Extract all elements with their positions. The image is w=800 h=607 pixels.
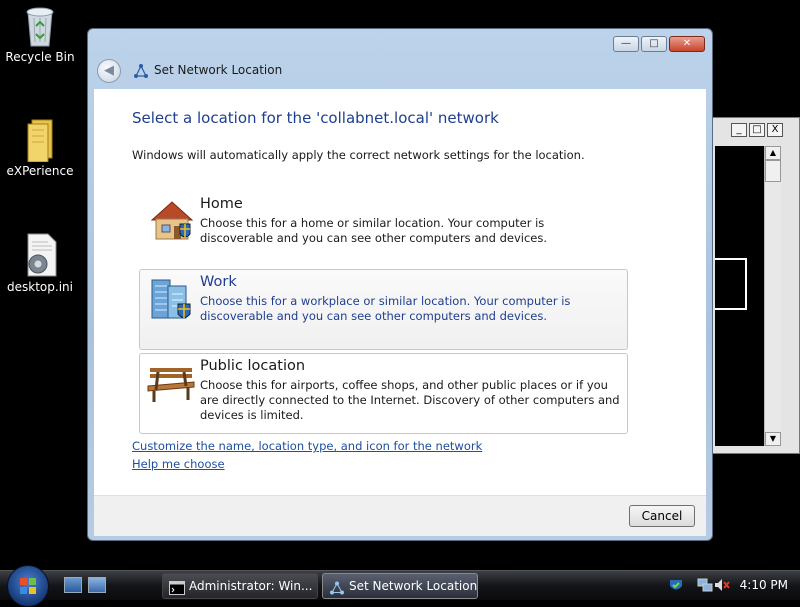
desktop-icon-label: Recycle Bin <box>5 50 75 64</box>
option-description: Choose this for a workplace or similar l… <box>200 294 571 323</box>
start-button[interactable] <box>7 565 49 607</box>
desktop-icon-experience[interactable]: eXPerience <box>0 116 80 178</box>
set-network-location-dialog: — □ ✕ ◀ Set Network Location Select a lo… <box>87 28 713 541</box>
taskbar-item-set-network-location[interactable]: Set Network Location <box>322 573 478 599</box>
desktop-icon-label: eXPerience <box>6 164 74 178</box>
minimize-button[interactable]: — <box>613 36 639 52</box>
desktop-icon-recycle-bin[interactable]: Recycle Bin <box>0 2 80 64</box>
option-title: Public location <box>200 358 306 374</box>
console-box-drawing <box>715 258 747 310</box>
network-icon <box>133 63 149 79</box>
console-minimize-button[interactable]: _ <box>731 123 747 137</box>
show-desktop-icon[interactable] <box>64 577 82 593</box>
windows-logo-icon <box>19 577 37 595</box>
recycle-bin-icon <box>18 2 62 48</box>
option-home[interactable]: Home Choose this for a home or similar l… <box>139 191 628 251</box>
scroll-down-button[interactable]: ▼ <box>765 432 781 446</box>
park-bench-icon <box>146 360 196 406</box>
taskbar-clock[interactable]: 4:10 PM <box>740 578 788 592</box>
page-heading: Select a location for the 'collabnet.loc… <box>132 109 499 127</box>
network-status-icon[interactable] <box>697 577 713 593</box>
security-center-icon[interactable] <box>668 577 684 593</box>
system-tray: 4:10 PM <box>661 571 800 601</box>
option-public-location[interactable]: Public location Choose this for airports… <box>139 353 628 434</box>
command-prompt-icon <box>169 579 185 595</box>
taskbar-item-label: Set Network Location <box>349 579 478 593</box>
dialog-footer: Cancel <box>94 495 706 536</box>
intro-text: Windows will automatically apply the cor… <box>132 148 585 162</box>
cancel-button[interactable]: Cancel <box>629 505 695 527</box>
dialog-content: Select a location for the 'collabnet.loc… <box>94 89 706 495</box>
customize-network-link[interactable]: Customize the name, location type, and i… <box>132 439 482 453</box>
console-close-button[interactable]: X <box>767 123 783 137</box>
console-scrollbar[interactable]: ▲ ▼ <box>764 146 781 446</box>
switch-windows-icon[interactable] <box>88 577 106 593</box>
scroll-thumb[interactable] <box>765 160 781 182</box>
taskbar: Administrator: Win... Set Network Locati… <box>0 565 800 607</box>
settings-file-icon <box>18 232 62 278</box>
option-title: Work <box>200 274 237 290</box>
taskbar-item-command-prompt[interactable]: Administrator: Win... <box>162 573 318 599</box>
close-button[interactable]: ✕ <box>669 36 705 52</box>
office-building-icon <box>146 276 196 322</box>
console-window[interactable]: _ □ X ▲ ▼ <box>712 117 800 454</box>
option-work[interactable]: Work Choose this for a workplace or simi… <box>139 269 628 350</box>
taskbar-item-label: Administrator: Win... <box>189 579 313 593</box>
option-title: Home <box>200 196 243 212</box>
option-description: Choose this for a home or similar locati… <box>200 216 548 245</box>
console-maximize-button[interactable]: □ <box>749 123 765 137</box>
maximize-button[interactable]: □ <box>641 36 667 52</box>
desktop-icon-desktop-ini[interactable]: desktop.ini <box>0 232 80 294</box>
back-arrow-icon: ◀ <box>104 63 114 78</box>
option-description: Choose this for airports, coffee shops, … <box>200 378 620 422</box>
dialog-title: Set Network Location <box>154 63 283 77</box>
volume-muted-icon[interactable] <box>714 577 730 593</box>
back-button[interactable]: ◀ <box>97 59 121 83</box>
folder-icon <box>18 116 62 163</box>
network-icon <box>329 579 345 595</box>
window-controls: — □ ✕ <box>613 36 705 52</box>
home-icon <box>146 198 196 244</box>
scroll-up-button[interactable]: ▲ <box>765 146 781 160</box>
desktop-icon-label: desktop.ini <box>7 280 73 294</box>
help-me-choose-link[interactable]: Help me choose <box>132 457 225 471</box>
